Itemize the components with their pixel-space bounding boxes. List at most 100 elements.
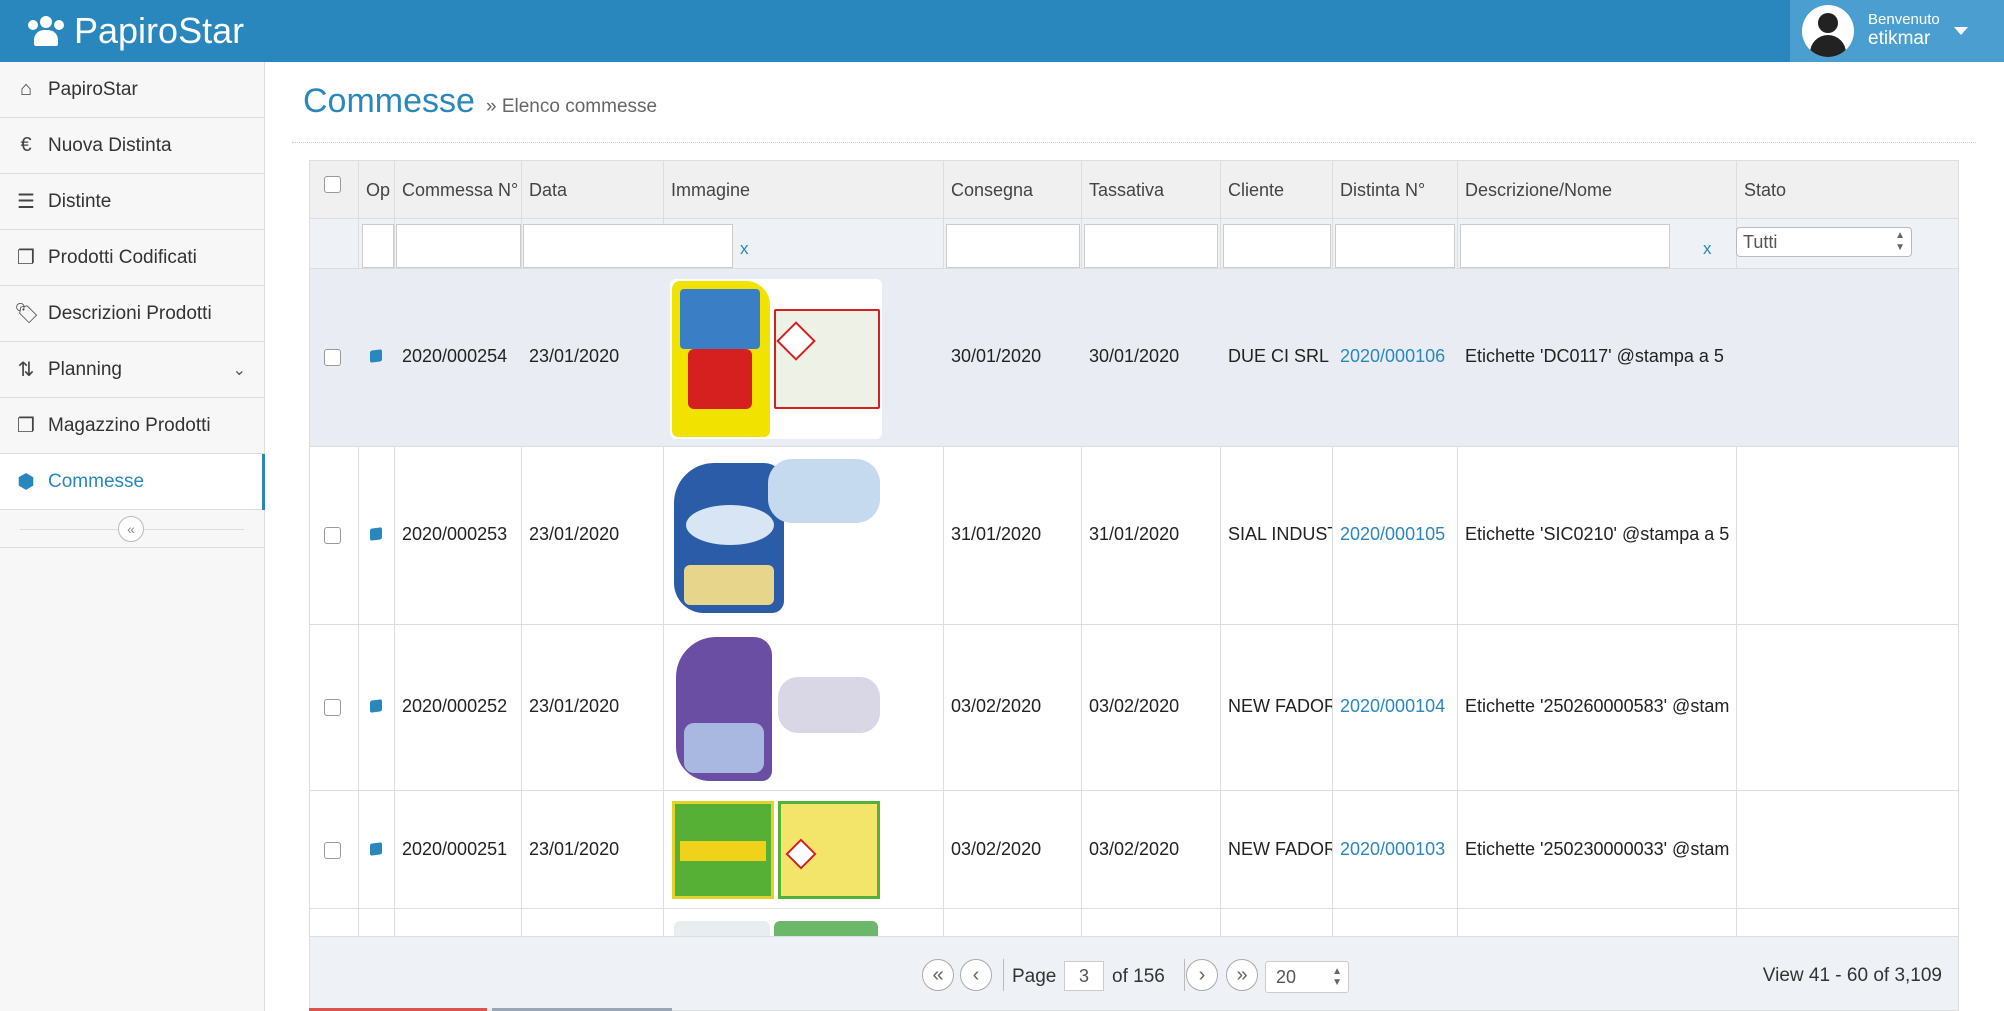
select-arrows-icon: ▲ ▼ bbox=[1332, 966, 1342, 988]
page-size-value: 20 bbox=[1276, 967, 1297, 987]
filter-descrizione-input[interactable] bbox=[1460, 224, 1670, 268]
sidebar-item-distinte[interactable]: ☰ Distinte bbox=[0, 174, 264, 230]
cell-consegna: 03/02/2020 bbox=[951, 839, 1042, 859]
row-checkbox[interactable] bbox=[324, 349, 341, 366]
sidebar-item-nuova-distinta[interactable]: € Nuova Distinta bbox=[0, 118, 264, 174]
chevron-down-icon: ⌄ bbox=[232, 362, 246, 379]
cell-tassativa: 03/02/2020 bbox=[1089, 696, 1180, 716]
col-header-tassativa[interactable]: Tassativa bbox=[1081, 161, 1220, 219]
table-row[interactable]: 2020/000252 23/01/2020 03/02/2020 03/02/… bbox=[310, 625, 1958, 791]
sidebar-item-descrizioni-prodotti[interactable]: 🏷 Descrizioni Prodotti bbox=[0, 286, 264, 342]
sidebar-item-label: Nuova Distinta bbox=[48, 134, 172, 156]
filter-tassativa-input[interactable] bbox=[1084, 224, 1218, 268]
server-icon: ☰ bbox=[17, 191, 35, 213]
page-size-select[interactable]: 20 ▲ ▼ bbox=[1265, 961, 1349, 993]
col-header-consegna[interactable]: Consegna bbox=[943, 161, 1081, 219]
cell-cliente: DUE CI SRL bbox=[1228, 346, 1330, 366]
col-header-stato[interactable]: Stato bbox=[1736, 161, 1958, 219]
breadcrumb: » Elenco commesse bbox=[486, 96, 658, 117]
cell-descrizione: Etichette 'SIC0210' @stampa a 5 bbox=[1465, 524, 1730, 544]
divider bbox=[292, 142, 1976, 143]
top-bar: PapiroStar Benvenuto etikmar bbox=[0, 0, 2004, 62]
sidebar-item-commesse[interactable]: ⬢ Commesse bbox=[0, 454, 265, 510]
page-label: Page bbox=[1012, 966, 1057, 987]
book-icon[interactable] bbox=[368, 699, 384, 715]
filter-consegna-input[interactable] bbox=[946, 224, 1080, 268]
col-header-data[interactable]: Data bbox=[521, 161, 663, 219]
book-icon[interactable] bbox=[368, 527, 384, 543]
filter-commessa-input[interactable] bbox=[396, 224, 521, 268]
euro-icon: € bbox=[20, 134, 32, 156]
product-image[interactable] bbox=[670, 455, 882, 617]
sidebar-item-magazzino-prodotti[interactable]: ❐ Magazzino Prodotti bbox=[0, 398, 264, 454]
table-row[interactable]: 2020/000251 23/01/2020 03/02/2020 03/02/… bbox=[310, 791, 1958, 909]
col-header-cliente[interactable]: Cliente bbox=[1220, 161, 1332, 219]
filter-clear-button[interactable]: x bbox=[740, 239, 749, 259]
cell-commessa: 2020/000254 bbox=[402, 346, 508, 366]
select-all-checkbox[interactable] bbox=[324, 176, 341, 193]
row-checkbox[interactable] bbox=[324, 842, 341, 859]
col-header-distinta[interactable]: Distinta N° bbox=[1332, 161, 1457, 219]
cell-consegna: 31/01/2020 bbox=[951, 524, 1042, 544]
cell-data: 23/01/2020 bbox=[529, 524, 620, 544]
col-header-descrizione[interactable]: Descrizione/Nome bbox=[1457, 161, 1736, 219]
sidebar-item-label: Commesse bbox=[48, 470, 145, 492]
row-checkbox[interactable] bbox=[324, 699, 341, 716]
view-records-info: View 41 - 60 of 3,109 bbox=[1762, 965, 1942, 986]
cell-distinta-link[interactable]: 2020/000105 bbox=[1332, 524, 1445, 545]
cell-data: 23/01/2020 bbox=[529, 696, 620, 716]
cell-cliente: NEW FADOR bbox=[1228, 696, 1332, 716]
row-checkbox[interactable] bbox=[324, 527, 341, 544]
app-title: PapiroStar bbox=[74, 10, 245, 51]
brand[interactable]: PapiroStar bbox=[28, 10, 244, 52]
product-image[interactable] bbox=[670, 633, 882, 783]
table-row[interactable]: 2020/000254 23/01/2020 30/01/2020 30/01/… bbox=[310, 269, 1958, 447]
cell-data: 23/01/2020 bbox=[529, 346, 620, 366]
table-row[interactable]: 2020/000253 23/01/2020 31/01/2020 31/01/… bbox=[310, 447, 1958, 625]
cell-distinta-link[interactable]: 2020/000103 bbox=[1332, 839, 1445, 860]
col-header-immagine[interactable]: Immagine bbox=[663, 161, 943, 219]
avatar bbox=[1802, 5, 1854, 57]
filter-stato-select[interactable]: Tutti ▲ ▼ bbox=[1736, 227, 1912, 257]
sidebar-item-label: Prodotti Codificati bbox=[48, 246, 197, 268]
product-image[interactable] bbox=[670, 799, 882, 901]
product-image[interactable] bbox=[670, 279, 882, 439]
page-total: of 156 bbox=[1112, 966, 1165, 987]
col-header-commessa[interactable]: Commessa N° bbox=[394, 161, 521, 219]
book-icon[interactable] bbox=[368, 842, 384, 858]
sidebar-item-label: PapiroStar bbox=[48, 78, 138, 100]
cell-commessa: 2020/000251 bbox=[402, 839, 508, 859]
filter-distinta-input[interactable] bbox=[1335, 224, 1455, 268]
book-icon[interactable] bbox=[368, 349, 384, 365]
cell-descrizione: Etichette '250230000033' @stam bbox=[1465, 839, 1730, 859]
filter-data-input[interactable] bbox=[523, 224, 733, 268]
filter-op-input[interactable] bbox=[362, 224, 394, 268]
caret-down-icon bbox=[1953, 27, 1968, 35]
filter-clear-button[interactable]: x bbox=[1703, 239, 1712, 259]
first-page-button[interactable]: « bbox=[922, 959, 954, 991]
table-row[interactable] bbox=[310, 909, 1958, 936]
next-page-button[interactable]: › bbox=[1186, 959, 1218, 991]
filter-stato-value: Tutti bbox=[1743, 232, 1778, 252]
user-menu[interactable]: Benvenuto etikmar bbox=[1790, 0, 2004, 62]
filter-cliente-input[interactable] bbox=[1223, 224, 1331, 268]
prev-page-button[interactable]: ‹ bbox=[960, 959, 992, 991]
cell-distinta-link[interactable]: 2020/000106 bbox=[1332, 346, 1445, 367]
cell-cliente: SIAL INDUST bbox=[1228, 524, 1332, 544]
last-page-button[interactable]: » bbox=[1226, 959, 1258, 991]
sidebar-item-planning[interactable]: ⇅ Planning ⌄ bbox=[0, 342, 264, 398]
sidebar-item-label: Planning bbox=[48, 358, 122, 380]
page-number-input[interactable]: 3 bbox=[1064, 961, 1104, 991]
cell-data: 23/01/2020 bbox=[529, 839, 620, 859]
user-name: etikmar bbox=[1868, 27, 1931, 49]
tags-icon: 🏷 bbox=[14, 303, 40, 325]
cell-tassativa: 03/02/2020 bbox=[1089, 839, 1180, 859]
product-image[interactable] bbox=[670, 919, 882, 936]
sidebar-item-papirostar[interactable]: ⌂ PapiroStar bbox=[0, 62, 264, 118]
copy-icon: ❐ bbox=[17, 247, 35, 269]
collapse-sidebar-button[interactable]: « bbox=[118, 516, 144, 542]
cell-distinta-link[interactable]: 2020/000104 bbox=[1332, 696, 1445, 717]
col-header-op[interactable]: Op bbox=[358, 161, 394, 219]
sidebar: ⌂ PapiroStar € Nuova Distinta ☰ Distinte… bbox=[0, 62, 265, 1011]
sidebar-item-prodotti-codificati[interactable]: ❐ Prodotti Codificati bbox=[0, 230, 264, 286]
